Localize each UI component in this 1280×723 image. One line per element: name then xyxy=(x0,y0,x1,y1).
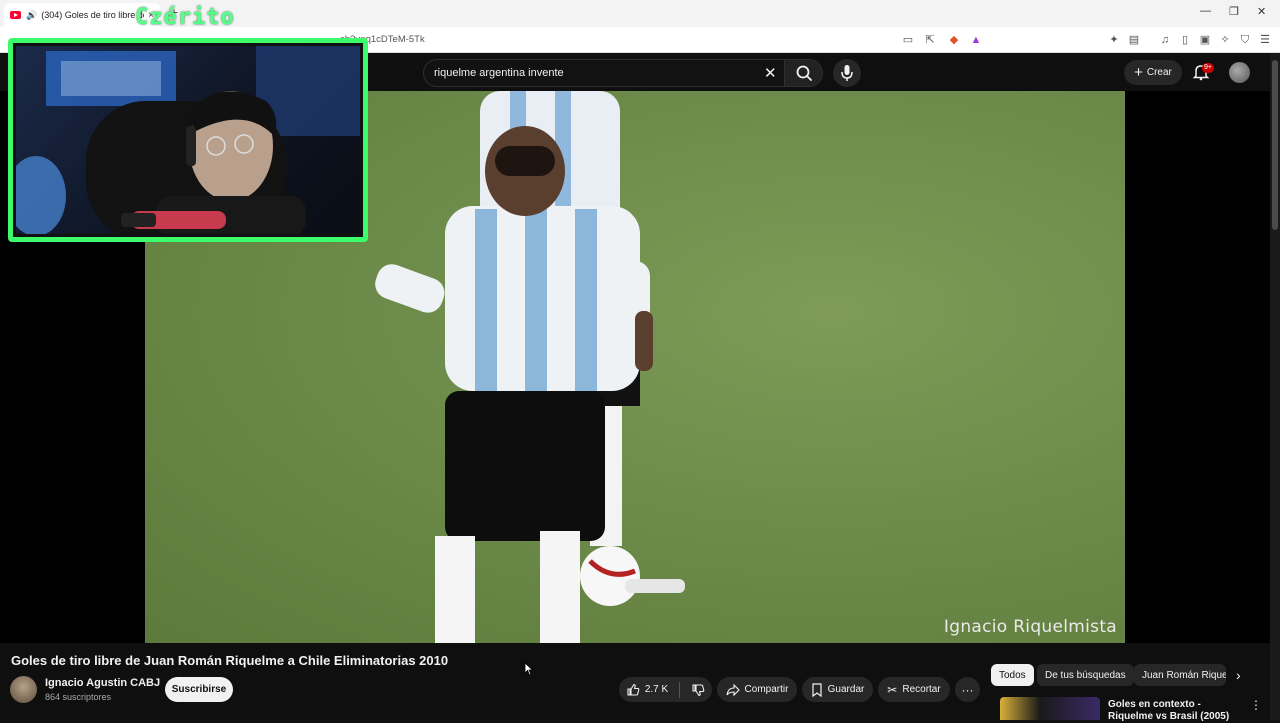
mouse-cursor-icon xyxy=(524,662,534,676)
share-label: Compartir xyxy=(744,684,789,695)
plus-icon: + xyxy=(1134,64,1143,81)
streamer-name-label: Czérito xyxy=(135,5,235,30)
recommendation-title[interactable]: Goles en contexto - Riquelme vs Brasil (… xyxy=(1108,699,1248,723)
webcam-feed xyxy=(16,46,360,234)
scissors-icon: ✂ xyxy=(887,682,898,697)
like-icon[interactable] xyxy=(626,683,640,697)
video-watermark: Ignacio Riquelmista xyxy=(943,617,1117,637)
notifications-badge: 9+ xyxy=(1202,63,1214,73)
search-button[interactable] xyxy=(784,60,822,86)
microphone-icon xyxy=(841,65,853,81)
like-count[interactable]: 2.7 K xyxy=(645,684,668,695)
share-button[interactable]: Compartir xyxy=(717,677,797,702)
scrollbar-thumb[interactable] xyxy=(1272,60,1278,230)
chip-juan-roman[interactable]: Juan Román Riquel xyxy=(1134,664,1226,686)
share-icon xyxy=(726,683,740,696)
rewards-icon[interactable]: ▲ xyxy=(969,33,983,47)
webcam-overlay xyxy=(8,38,368,242)
recommendation-menu-icon[interactable]: ⋮ xyxy=(1250,698,1262,712)
clip-button[interactable]: ✂ Recortar xyxy=(878,677,950,702)
sidebar-icon[interactable]: ▯ xyxy=(1178,33,1192,47)
recommendation-thumbnail[interactable] xyxy=(1000,697,1100,720)
create-button[interactable]: + Crear xyxy=(1124,60,1182,85)
video-title: Goles de tiro libre de Juan Román Riquel… xyxy=(11,653,449,668)
cast-icon[interactable]: ▭ xyxy=(901,33,915,47)
chevron-right-icon[interactable]: › xyxy=(1236,667,1241,683)
divider xyxy=(679,681,681,698)
search-input[interactable]: riquelme argentina invente xyxy=(434,67,754,79)
dislike-icon[interactable] xyxy=(691,683,705,697)
maximize-button[interactable]: ❐ xyxy=(1229,5,1239,18)
speaker-icon[interactable]: 🔊 xyxy=(26,10,37,21)
search-box[interactable]: riquelme argentina invente ✕ xyxy=(423,59,823,87)
close-window-button[interactable]: ✕ xyxy=(1257,5,1266,18)
bookmark-icon xyxy=(812,682,822,697)
minimize-button[interactable]: — xyxy=(1200,5,1211,17)
reader-icon[interactable]: ▤ xyxy=(1127,33,1141,47)
channel-name[interactable]: Ignacio Agustin CABJ xyxy=(45,677,160,689)
account-avatar[interactable] xyxy=(1229,62,1250,83)
streamer-webcam-image xyxy=(16,46,360,234)
search-icon xyxy=(796,65,812,81)
menu-icon[interactable]: ☰ xyxy=(1258,33,1272,47)
voice-search-button[interactable] xyxy=(833,59,861,87)
channel-avatar[interactable] xyxy=(10,676,37,703)
clip-label: Recortar xyxy=(902,684,941,695)
share-page-icon[interactable]: ⇱ xyxy=(923,33,937,47)
clear-search-icon[interactable]: ✕ xyxy=(764,64,777,82)
subscribe-button[interactable]: Suscribirse xyxy=(165,677,233,702)
chip-all[interactable]: Todos xyxy=(991,664,1034,686)
vpn-icon[interactable]: ⛉ xyxy=(1238,33,1252,47)
youtube-favicon-icon xyxy=(10,11,21,19)
create-label: Crear xyxy=(1146,67,1172,78)
more-actions-button[interactable]: ··· xyxy=(955,677,980,702)
chip-from-searches[interactable]: De tus búsquedas xyxy=(1037,664,1134,686)
save-label: Guardar xyxy=(827,684,865,695)
ai-icon[interactable]: ✧ xyxy=(1218,33,1232,47)
extensions-icon[interactable]: ✦ xyxy=(1107,33,1121,47)
music-icon[interactable]: ♫ xyxy=(1158,33,1172,47)
save-button[interactable]: Guardar xyxy=(802,677,873,702)
wallet-icon[interactable]: ▣ xyxy=(1198,33,1212,47)
brave-shield-icon[interactable]: ◆ xyxy=(947,33,961,47)
subscriber-count: 864 suscriptores xyxy=(45,692,112,702)
like-dislike-group: 2.7 K xyxy=(619,677,712,702)
tab-title: (304) Goles de tiro libre de Juan xyxy=(41,10,144,20)
